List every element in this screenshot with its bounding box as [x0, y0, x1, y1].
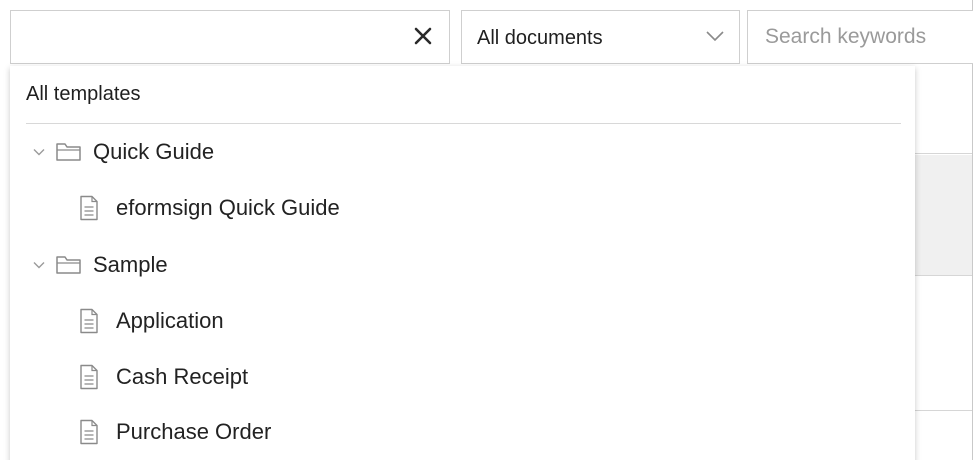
chevron-down-icon: [706, 31, 724, 42]
document-icon: [80, 364, 98, 390]
all-templates-option[interactable]: All templates: [26, 83, 141, 106]
background-divider: [915, 410, 973, 411]
template-label: Purchase Order: [116, 419, 272, 444]
folder-sample[interactable]: Sample: [32, 248, 168, 282]
template-item[interactable]: Application: [79, 304, 224, 338]
document-type-select[interactable]: All documents: [461, 10, 740, 64]
document-icon: [80, 308, 98, 334]
document-type-selected: All documents: [477, 27, 603, 49]
template-item[interactable]: eformsign Quick Guide: [79, 191, 340, 225]
document-icon: [80, 419, 98, 445]
search-input[interactable]: [747, 10, 973, 64]
folder-icon: [56, 256, 81, 274]
page: All documents All templates Quick Guide: [0, 0, 973, 460]
chevron-down-icon[interactable]: [32, 147, 46, 157]
template-label: eformsign Quick Guide: [116, 195, 340, 220]
chevron-down-icon[interactable]: [32, 260, 46, 270]
divider: [26, 123, 901, 124]
template-label: Cash Receipt: [116, 364, 249, 389]
template-label: Application: [116, 308, 224, 333]
background-divider: [915, 275, 973, 276]
folder-label: Sample: [93, 252, 168, 277]
document-icon: [80, 195, 98, 221]
template-item[interactable]: Cash Receipt: [79, 360, 248, 394]
close-icon[interactable]: [411, 24, 435, 48]
folder-label: Quick Guide: [93, 139, 215, 164]
background-divider: [915, 153, 973, 154]
template-dropdown: All templates Quick Guide eformsign Quic…: [10, 66, 915, 460]
template-combo-input[interactable]: [10, 10, 450, 64]
template-item[interactable]: Purchase Order: [79, 415, 271, 449]
background-row-highlight: [915, 155, 973, 275]
folder-icon: [56, 143, 81, 161]
folder-quick-guide[interactable]: Quick Guide: [32, 135, 214, 169]
